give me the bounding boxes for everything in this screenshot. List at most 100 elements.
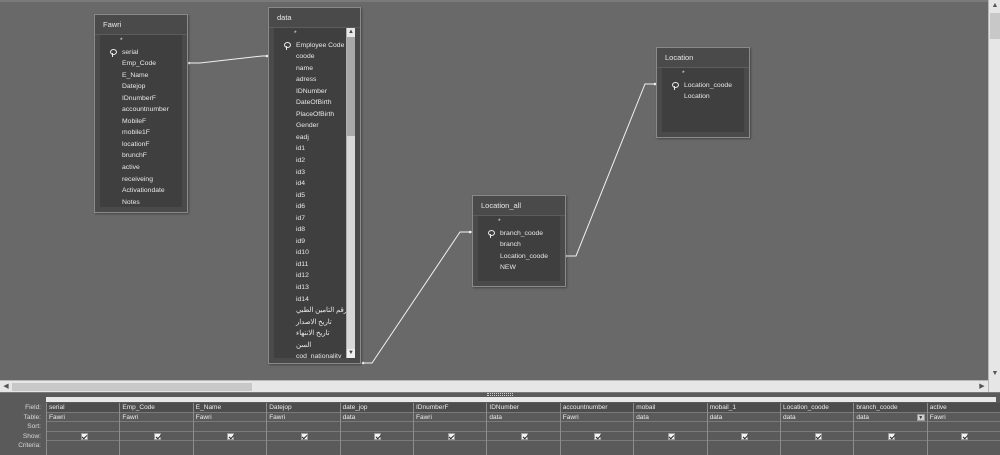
field-all-columns[interactable]: * — [100, 35, 182, 47]
field-item[interactable]: Location_coode — [478, 251, 560, 263]
field-item[interactable]: السن — [274, 340, 346, 352]
sort-cell[interactable] — [487, 422, 560, 432]
grid-column[interactable]: Emp_Code Fawri — [119, 403, 193, 455]
grid-column[interactable]: Location_coode data — [780, 403, 854, 455]
table-cell[interactable]: Fawri — [120, 413, 193, 422]
show-cell[interactable] — [340, 432, 413, 441]
sort-cell[interactable] — [340, 422, 413, 432]
sort-cell[interactable] — [707, 422, 780, 432]
show-checkbox[interactable] — [154, 432, 162, 440]
field-cell[interactable]: IDNumber — [487, 403, 560, 413]
scroll-down-icon[interactable]: ▼ — [989, 368, 1000, 380]
field-item[interactable]: name — [274, 63, 346, 75]
show-checkbox[interactable] — [227, 432, 235, 440]
field-item[interactable]: Location — [662, 91, 744, 103]
criteria-cell[interactable] — [414, 441, 486, 451]
canvas-vertical-scrollbar[interactable]: ▲ ▼ — [988, 0, 1000, 392]
field-item[interactable]: تاريخ الانتهاء — [274, 328, 346, 340]
field-cell[interactable]: date_jop — [340, 403, 413, 413]
table-cell[interactable]: data — [340, 413, 413, 422]
field-item[interactable]: id14 — [274, 294, 346, 306]
field-cell[interactable]: mobail_1 — [707, 403, 780, 413]
show-cell[interactable] — [47, 432, 120, 441]
field-item[interactable]: Notes — [100, 197, 182, 207]
field-cell[interactable]: mobail — [634, 403, 707, 413]
sort-cell[interactable] — [47, 422, 120, 432]
table-cell[interactable]: Fawri — [414, 413, 487, 422]
sort-cell[interactable] — [414, 422, 487, 432]
table-title[interactable]: Fawri — [95, 15, 187, 35]
table-cell[interactable]: Fawri — [47, 413, 120, 422]
sort-cell[interactable] — [781, 422, 854, 432]
show-cell[interactable] — [193, 432, 267, 441]
table-cell[interactable]: Fawri — [267, 413, 340, 422]
field-item[interactable]: id9 — [274, 236, 346, 248]
criteria-cell[interactable] — [47, 441, 119, 451]
field-item[interactable]: active — [100, 162, 182, 174]
field-cell[interactable]: active — [927, 403, 1000, 413]
sort-cell[interactable] — [267, 422, 340, 432]
show-checkbox[interactable] — [80, 432, 88, 440]
table-cell[interactable]: Fawri — [560, 413, 634, 422]
sort-cell[interactable] — [927, 422, 1000, 432]
show-cell[interactable] — [414, 432, 487, 441]
show-checkbox[interactable] — [300, 432, 308, 440]
table-cell[interactable]: Fawri — [193, 413, 267, 422]
criteria-cell[interactable] — [928, 441, 1000, 451]
field-item[interactable]: id12 — [274, 270, 346, 282]
grid-column[interactable]: mobail data — [633, 403, 707, 455]
grid-column[interactable]: Datejop Fawri — [266, 403, 340, 455]
sort-cell[interactable] — [120, 422, 193, 432]
table-cell[interactable]: data — [781, 413, 854, 422]
table-location-all[interactable]: Location_all * branch_coode branch Location… — [472, 195, 566, 287]
scroll-thumb[interactable] — [12, 383, 252, 391]
field-item[interactable]: id11 — [274, 259, 346, 271]
criteria-cell[interactable] — [854, 441, 926, 451]
grid-column[interactable]: serial Fawri — [46, 403, 120, 455]
field-list[interactable]: * branch_coode branch Location_coode NEW — [478, 216, 560, 281]
show-cell[interactable] — [487, 432, 560, 441]
grid-column[interactable]: IDNumber data — [486, 403, 560, 455]
show-cell[interactable] — [634, 432, 707, 441]
scroll-thumb[interactable] — [347, 37, 355, 136]
show-cell[interactable] — [707, 432, 780, 441]
sort-cell[interactable] — [634, 422, 707, 432]
show-checkbox[interactable] — [667, 432, 675, 440]
field-item[interactable]: id7 — [274, 213, 346, 225]
table-cell[interactable]: Fawri — [927, 413, 1000, 422]
field-cell[interactable]: branch_coode — [854, 403, 927, 413]
field-item[interactable]: id8 — [274, 224, 346, 236]
show-cell[interactable] — [120, 432, 193, 441]
criteria-cell[interactable] — [341, 441, 413, 451]
field-all-columns[interactable]: * — [662, 68, 744, 80]
field-item[interactable]: adress — [274, 74, 346, 86]
grid-column[interactable]: mobail_1 data — [706, 403, 780, 455]
field-item[interactable]: branch_coode — [478, 228, 560, 240]
field-item[interactable]: id2 — [274, 155, 346, 167]
field-cell[interactable]: accountnumber — [560, 403, 634, 413]
criteria-cell[interactable] — [267, 441, 339, 451]
show-cell[interactable] — [267, 432, 340, 441]
field-item[interactable]: Activationdate — [100, 185, 182, 197]
field-cell[interactable]: E_Name — [193, 403, 267, 413]
field-item[interactable]: locationF — [100, 139, 182, 151]
scroll-thumb[interactable] — [990, 13, 1000, 39]
table-location[interactable]: Location * Location_coode Location — [656, 47, 750, 138]
query-design-canvas[interactable]: Fawri * serial Emp_Code E_Name Datejop IDnumb… — [0, 0, 988, 380]
field-item[interactable]: id10 — [274, 247, 346, 259]
field-item[interactable]: E_Name — [100, 70, 182, 82]
sort-cell[interactable] — [193, 422, 267, 432]
field-item[interactable]: Location_coode — [662, 80, 744, 92]
grid-column[interactable]: active Fawri — [926, 403, 1000, 455]
table-title[interactable]: Location — [657, 48, 749, 68]
grid-column[interactable]: IDnumberF Fawri — [413, 403, 487, 455]
criteria-cell[interactable] — [120, 441, 192, 451]
field-item[interactable]: id4 — [274, 178, 346, 190]
show-checkbox[interactable] — [594, 432, 602, 440]
field-item[interactable]: Datejop — [100, 81, 182, 93]
field-item[interactable]: PlaceOfBirth — [274, 109, 346, 121]
field-item[interactable]: receiveing — [100, 174, 182, 186]
grid-column[interactable]: E_Name Fawri — [192, 403, 267, 455]
grid-columns[interactable]: serial Fawri Emp_Code Fawri E_Name Fawri Datej… — [46, 397, 1000, 455]
field-item[interactable]: MobileF — [100, 116, 182, 128]
